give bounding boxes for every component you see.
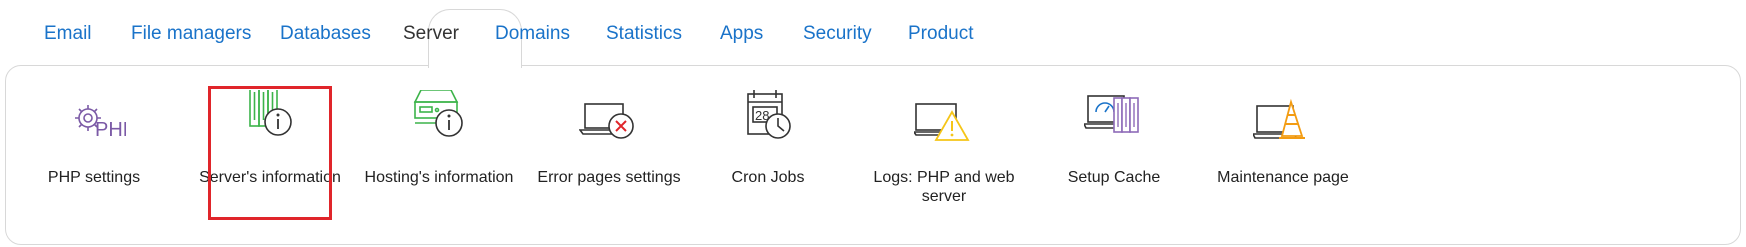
tab-domains[interactable]: Domains: [495, 20, 570, 48]
tab-security[interactable]: Security: [803, 20, 872, 48]
php-settings-label: PHP settings: [47, 169, 141, 186]
laptop-cone-icon: [1251, 90, 1315, 154]
laptop-error-icon: [578, 90, 641, 154]
server-information-item[interactable]: Server's information: [195, 85, 345, 220]
tab-email[interactable]: Email: [44, 20, 92, 48]
error-pages-settings-label: Error pages settings: [537, 169, 681, 186]
svg-text:PHP: PHP: [95, 119, 126, 141]
server-info-icon: [240, 85, 302, 154]
logs-label: Logs: PHP and web server: [873, 169, 1015, 205]
calendar-clock-icon: 28: [738, 90, 800, 154]
php-settings-item[interactable]: PHP PHP settings: [19, 90, 169, 220]
php-gear-icon: PHP: [64, 90, 136, 154]
tab-file-managers[interactable]: File managers: [131, 20, 251, 48]
setup-cache-label: Setup Cache: [1067, 169, 1161, 186]
tab-row: Email File managers Databases Server Dom…: [0, 0, 1746, 66]
tab-databases[interactable]: Databases: [280, 20, 371, 48]
maintenance-page-label: Maintenance page: [1217, 169, 1349, 186]
tab-statistics[interactable]: Statistics: [606, 20, 682, 48]
cron-jobs-label: Cron Jobs: [731, 169, 805, 186]
section-tabs: Email File managers Databases Server Dom…: [0, 0, 1746, 68]
server-information-label: Server's information: [199, 169, 341, 186]
logs-item[interactable]: Logs: PHP and web server: [869, 90, 1019, 220]
hosting-information-label: Hosting's information: [364, 169, 514, 186]
setup-cache-item[interactable]: Setup Cache: [1039, 90, 1189, 220]
maintenance-page-item[interactable]: Maintenance page: [1208, 90, 1358, 220]
laptop-server-icon: [1082, 90, 1146, 154]
error-pages-settings-item[interactable]: Error pages settings: [534, 90, 684, 220]
tab-product[interactable]: Product: [908, 20, 973, 48]
hosting-info-icon: [409, 89, 471, 154]
hosting-information-item[interactable]: Hosting's information: [364, 89, 514, 220]
tab-apps[interactable]: Apps: [720, 20, 763, 48]
tab-server[interactable]: Server: [403, 20, 459, 48]
monitor-warning-icon: [912, 90, 976, 154]
cron-jobs-item[interactable]: 28 Cron Jobs: [693, 90, 843, 220]
